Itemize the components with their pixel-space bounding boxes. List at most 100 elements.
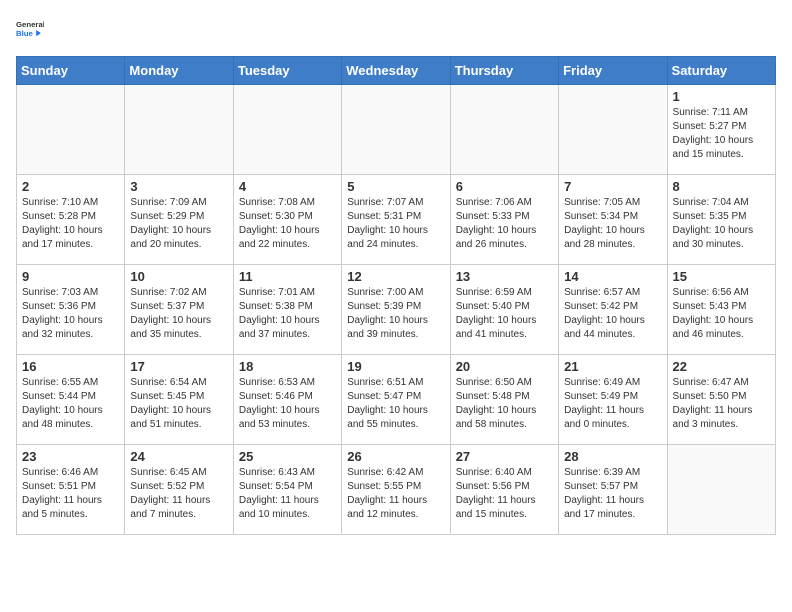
- weekday-header-friday: Friday: [559, 57, 667, 85]
- day-info: Sunrise: 6:59 AM Sunset: 5:40 PM Dayligh…: [456, 286, 553, 342]
- day-cell: [125, 85, 233, 175]
- day-number: 1: [673, 89, 770, 104]
- day-info: Sunrise: 6:56 AM Sunset: 5:43 PM Dayligh…: [673, 286, 770, 342]
- week-row-1: 1 Sunrise: 7:11 AM Sunset: 5:27 PM Daylig…: [17, 85, 776, 175]
- day-info: Sunrise: 7:01 AM Sunset: 5:38 PM Dayligh…: [239, 286, 336, 342]
- day-cell: 1 Sunrise: 7:11 AM Sunset: 5:27 PM Daylig…: [667, 85, 775, 175]
- day-number: 15: [673, 269, 770, 284]
- day-number: 17: [130, 359, 227, 374]
- day-number: 8: [673, 179, 770, 194]
- day-cell: 22 Sunrise: 6:47 AM Sunset: 5:50 PM Dayli…: [667, 355, 775, 445]
- svg-text:Blue: Blue: [16, 29, 34, 38]
- week-row-3: 9 Sunrise: 7:03 AM Sunset: 5:36 PM Daylig…: [17, 265, 776, 355]
- day-number: 20: [456, 359, 553, 374]
- day-number: 25: [239, 449, 336, 464]
- day-cell: 11 Sunrise: 7:01 AM Sunset: 5:38 PM Dayli…: [233, 265, 341, 355]
- day-number: 12: [347, 269, 444, 284]
- day-cell: 17Sunrise: 6:54 AM Sunset: 5:45 PM Dayli…: [125, 355, 233, 445]
- day-cell: [450, 85, 558, 175]
- day-number: 3: [130, 179, 227, 194]
- day-cell: 10 Sunrise: 7:02 AM Sunset: 5:37 PM Dayli…: [125, 265, 233, 355]
- day-cell: [233, 85, 341, 175]
- day-info: Sunrise: 7:05 AM Sunset: 5:34 PM Dayligh…: [564, 196, 661, 252]
- calendar: SundayMondayTuesdayWednesdayThursdayFrid…: [16, 56, 776, 535]
- day-cell: [559, 85, 667, 175]
- weekday-header-monday: Monday: [125, 57, 233, 85]
- day-info: Sunrise: 6:50 AM Sunset: 5:48 PM Dayligh…: [456, 376, 553, 432]
- day-cell: 20 Sunrise: 6:50 AM Sunset: 5:48 PM Dayli…: [450, 355, 558, 445]
- day-cell: 6Sunrise: 7:06 AM Sunset: 5:33 PM Daylig…: [450, 175, 558, 265]
- day-number: 16: [22, 359, 119, 374]
- day-cell: 3 Sunrise: 7:09 AM Sunset: 5:29 PM Daylig…: [125, 175, 233, 265]
- day-info: Sunrise: 7:00 AM Sunset: 5:39 PM Dayligh…: [347, 286, 444, 342]
- day-cell: 23 Sunrise: 6:46 AM Sunset: 5:51 PM Dayli…: [17, 445, 125, 535]
- day-cell: [342, 85, 450, 175]
- day-number: 7: [564, 179, 661, 194]
- day-info: Sunrise: 7:03 AM Sunset: 5:36 PM Dayligh…: [22, 286, 119, 342]
- day-info: Sunrise: 7:09 AM Sunset: 5:29 PM Dayligh…: [130, 196, 227, 252]
- weekday-header-thursday: Thursday: [450, 57, 558, 85]
- day-number: 2: [22, 179, 119, 194]
- day-cell: 16 Sunrise: 6:55 AM Sunset: 5:44 PM Dayli…: [17, 355, 125, 445]
- day-cell: 5Sunrise: 7:07 AM Sunset: 5:31 PM Daylig…: [342, 175, 450, 265]
- day-cell: 7 Sunrise: 7:05 AM Sunset: 5:34 PM Daylig…: [559, 175, 667, 265]
- weekday-header-row: SundayMondayTuesdayWednesdayThursdayFrid…: [17, 57, 776, 85]
- weekday-header-tuesday: Tuesday: [233, 57, 341, 85]
- header: GeneralBlue: [16, 16, 776, 44]
- day-cell: 4Sunrise: 7:08 AM Sunset: 5:30 PM Daylig…: [233, 175, 341, 265]
- day-info: Sunrise: 6:53 AM Sunset: 5:46 PM Dayligh…: [239, 376, 336, 432]
- day-cell: 28Sunrise: 6:39 AM Sunset: 5:57 PM Dayli…: [559, 445, 667, 535]
- day-info: Sunrise: 6:51 AM Sunset: 5:47 PM Dayligh…: [347, 376, 444, 432]
- week-row-2: 2 Sunrise: 7:10 AM Sunset: 5:28 PM Daylig…: [17, 175, 776, 265]
- day-cell: 25 Sunrise: 6:43 AM Sunset: 5:54 PM Dayli…: [233, 445, 341, 535]
- day-cell: 9 Sunrise: 7:03 AM Sunset: 5:36 PM Daylig…: [17, 265, 125, 355]
- day-number: 21: [564, 359, 661, 374]
- day-number: 23: [22, 449, 119, 464]
- day-info: Sunrise: 7:10 AM Sunset: 5:28 PM Dayligh…: [22, 196, 119, 252]
- day-cell: 13 Sunrise: 6:59 AM Sunset: 5:40 PM Dayli…: [450, 265, 558, 355]
- day-info: Sunrise: 6:47 AM Sunset: 5:50 PM Dayligh…: [673, 376, 770, 432]
- day-info: Sunrise: 6:46 AM Sunset: 5:51 PM Dayligh…: [22, 466, 119, 522]
- day-info: Sunrise: 6:43 AM Sunset: 5:54 PM Dayligh…: [239, 466, 336, 522]
- day-cell: 12 Sunrise: 7:00 AM Sunset: 5:39 PM Dayli…: [342, 265, 450, 355]
- day-info: Sunrise: 6:55 AM Sunset: 5:44 PM Dayligh…: [22, 376, 119, 432]
- day-number: 9: [22, 269, 119, 284]
- day-cell: 2 Sunrise: 7:10 AM Sunset: 5:28 PM Daylig…: [17, 175, 125, 265]
- svg-text:General: General: [16, 20, 44, 29]
- day-info: Sunrise: 7:04 AM Sunset: 5:35 PM Dayligh…: [673, 196, 770, 252]
- day-cell: 19 Sunrise: 6:51 AM Sunset: 5:47 PM Dayli…: [342, 355, 450, 445]
- day-number: 14: [564, 269, 661, 284]
- day-cell: [17, 85, 125, 175]
- day-cell: 27Sunrise: 6:40 AM Sunset: 5:56 PM Dayli…: [450, 445, 558, 535]
- day-info: Sunrise: 7:11 AM Sunset: 5:27 PM Dayligh…: [673, 106, 770, 162]
- day-info: Sunrise: 7:02 AM Sunset: 5:37 PM Dayligh…: [130, 286, 227, 342]
- day-cell: 8 Sunrise: 7:04 AM Sunset: 5:35 PM Daylig…: [667, 175, 775, 265]
- day-info: Sunrise: 6:45 AM Sunset: 5:52 PM Dayligh…: [130, 466, 227, 522]
- day-number: 13: [456, 269, 553, 284]
- day-number: 26: [347, 449, 444, 464]
- day-cell: 26 Sunrise: 6:42 AM Sunset: 5:55 PM Dayli…: [342, 445, 450, 535]
- day-info: Sunrise: 6:42 AM Sunset: 5:55 PM Dayligh…: [347, 466, 444, 522]
- logo: GeneralBlue: [16, 16, 44, 44]
- day-number: 22: [673, 359, 770, 374]
- weekday-header-wednesday: Wednesday: [342, 57, 450, 85]
- week-row-4: 16 Sunrise: 6:55 AM Sunset: 5:44 PM Dayli…: [17, 355, 776, 445]
- day-number: 19: [347, 359, 444, 374]
- weekday-header-saturday: Saturday: [667, 57, 775, 85]
- day-cell: [667, 445, 775, 535]
- day-info: Sunrise: 6:40 AM Sunset: 5:56 PM Dayligh…: [456, 466, 553, 522]
- logo-icon: GeneralBlue: [16, 16, 44, 44]
- weekday-header-sunday: Sunday: [17, 57, 125, 85]
- day-info: Sunrise: 7:08 AM Sunset: 5:30 PM Dayligh…: [239, 196, 336, 252]
- day-number: 11: [239, 269, 336, 284]
- day-number: 18: [239, 359, 336, 374]
- day-number: 24: [130, 449, 227, 464]
- day-number: 5: [347, 179, 444, 194]
- day-number: 10: [130, 269, 227, 284]
- day-cell: 21 Sunrise: 6:49 AM Sunset: 5:49 PM Dayli…: [559, 355, 667, 445]
- day-info: Sunrise: 6:57 AM Sunset: 5:42 PM Dayligh…: [564, 286, 661, 342]
- day-cell: 15 Sunrise: 6:56 AM Sunset: 5:43 PM Dayli…: [667, 265, 775, 355]
- day-info: Sunrise: 7:06 AM Sunset: 5:33 PM Dayligh…: [456, 196, 553, 252]
- day-info: Sunrise: 6:49 AM Sunset: 5:49 PM Dayligh…: [564, 376, 661, 432]
- day-cell: 14 Sunrise: 6:57 AM Sunset: 5:42 PM Dayli…: [559, 265, 667, 355]
